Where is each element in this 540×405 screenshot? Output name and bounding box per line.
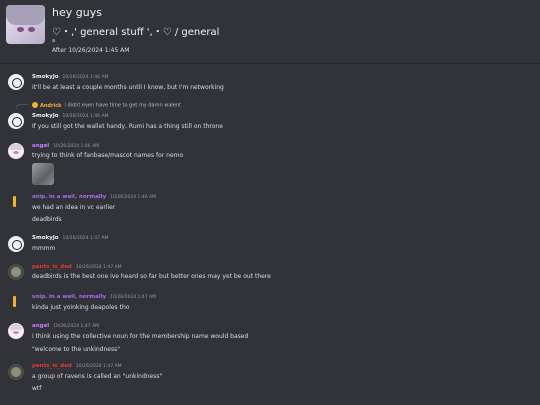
- author-name[interactable]: pants_is_ded 10/26/2024 1:47 AM: [32, 363, 122, 369]
- channel-header: hey guys ♡・,' general stuff ',・♡ / gener…: [0, 0, 540, 64]
- timestamp: 10/26/2024 1:46 AM: [53, 144, 100, 149]
- timestamp: 10/26/2024 1:46 AM: [62, 114, 109, 119]
- author-name[interactable]: angel 10/26/2024 1:46 AM: [32, 143, 99, 149]
- avatar[interactable]: [8, 113, 24, 129]
- author-name[interactable]: SmokyJo 10/26/2024 1:46 AM: [32, 113, 108, 119]
- message-text: we had an idea in vc earlier: [32, 204, 116, 211]
- avatar[interactable]: [13, 196, 16, 207]
- timestamp: 10/26/2024 1:47 AM: [62, 236, 109, 241]
- avatar[interactable]: [8, 264, 24, 280]
- timestamp: 10/26/2024 1:47 AM: [53, 324, 100, 329]
- message-text: If you still got the wallet handy, Rumi …: [32, 123, 223, 130]
- avatar[interactable]: [8, 74, 24, 90]
- message-text: it'll be at least a couple months until …: [32, 84, 224, 91]
- timestamp: 10/26/2024 1:47 AM: [75, 265, 122, 270]
- author-name[interactable]: pants_is_ded 10/26/2024 1:47 AM: [32, 264, 122, 270]
- message-text: kinda just yoinking deapoles tho: [32, 304, 130, 311]
- server-avatar: [6, 5, 45, 44]
- reply-avatar: [32, 102, 38, 108]
- reply-author: Andrick: [40, 102, 62, 109]
- message-text: trying to think of fanbase/mascot names …: [32, 152, 184, 159]
- header-title: hey guys: [52, 6, 102, 19]
- reply-connector: [16, 104, 28, 109]
- after-date: After 10/26/2024 1:45 AM: [52, 47, 130, 54]
- message-text: "welcome to the unkindness": [32, 346, 120, 353]
- author-name[interactable]: SmokyJo 10/26/2024 1:46 AM: [32, 74, 108, 80]
- message-text: mmmm: [32, 245, 56, 252]
- reply-text: i didnt even have time to get my damn wa…: [64, 102, 181, 109]
- author-name[interactable]: SmokyJo 10/26/2024 1:47 AM: [32, 235, 108, 241]
- header-note: a: [52, 38, 56, 44]
- avatar[interactable]: [13, 296, 16, 307]
- timestamp: 10/26/2024 1:46 AM: [62, 75, 109, 80]
- image-attachment[interactable]: [32, 163, 54, 185]
- avatar[interactable]: [8, 236, 24, 252]
- timestamp: 10/26/2024 1:47 AM: [75, 364, 122, 369]
- reply-preview[interactable]: Andrick i didnt even have time to get my …: [32, 102, 181, 109]
- avatar[interactable]: [8, 323, 24, 339]
- message-text: i think using the collective noun for th…: [32, 333, 249, 340]
- avatar[interactable]: [8, 364, 24, 380]
- channel-path: ♡・,' general stuff ',・♡ / general: [52, 27, 220, 38]
- author-name[interactable]: snip. in a well, normally 10/26/2024 1:47…: [32, 294, 156, 300]
- author-name[interactable]: angel 10/26/2024 1:47 AM: [32, 323, 99, 329]
- timestamp: 10/26/2024 1:46 AM: [110, 195, 157, 200]
- timestamp: 10/26/2024 1:47 AM: [110, 295, 157, 300]
- message-text: a group of ravens is called an "unkindne…: [32, 373, 163, 380]
- message-text: deadbirds: [32, 216, 62, 223]
- message-text: deadbirds is the best one ive heard so f…: [32, 273, 271, 280]
- message-text: wtf: [32, 385, 42, 392]
- avatar[interactable]: [8, 143, 24, 159]
- author-name[interactable]: snip. in a well, normally 10/26/2024 1:46…: [32, 194, 156, 200]
